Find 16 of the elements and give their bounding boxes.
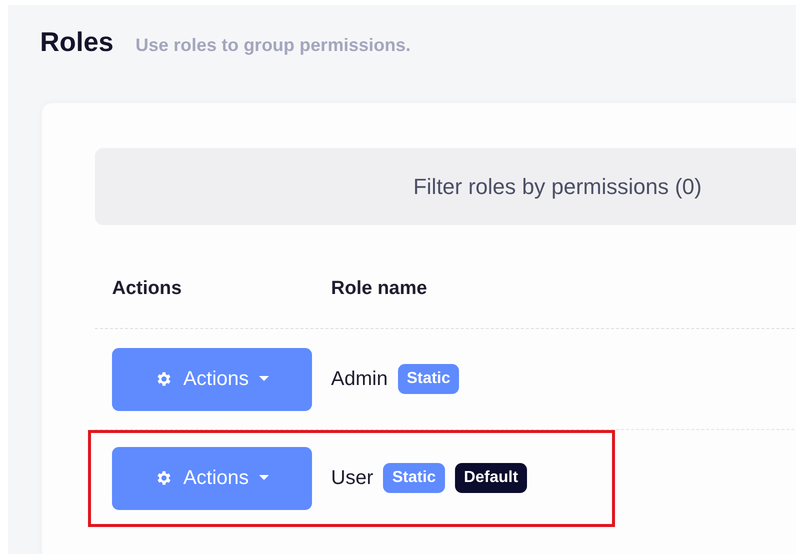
caret-icon — [258, 475, 269, 481]
actions-dropdown-button[interactable]: Actions — [112, 348, 312, 410]
role-name: User — [331, 466, 374, 490]
gear-icon — [155, 370, 174, 388]
static-badge: Static — [398, 364, 460, 394]
default-badge: Default — [454, 463, 528, 493]
caret-icon — [258, 376, 269, 382]
static-badge: Static — [383, 463, 445, 493]
page-title: Roles — [40, 27, 114, 58]
page-subtitle: Use roles to group permissions. — [136, 35, 411, 56]
column-header: Role name — [331, 278, 428, 300]
column-header: Actions — [111, 278, 183, 300]
gear-icon — [155, 469, 174, 487]
role-name: Admin — [331, 368, 388, 390]
actions-dropdown-button[interactable]: Actions — [112, 446, 312, 510]
filter-button[interactable]: Filter roles by permissions (0) — [95, 148, 796, 225]
